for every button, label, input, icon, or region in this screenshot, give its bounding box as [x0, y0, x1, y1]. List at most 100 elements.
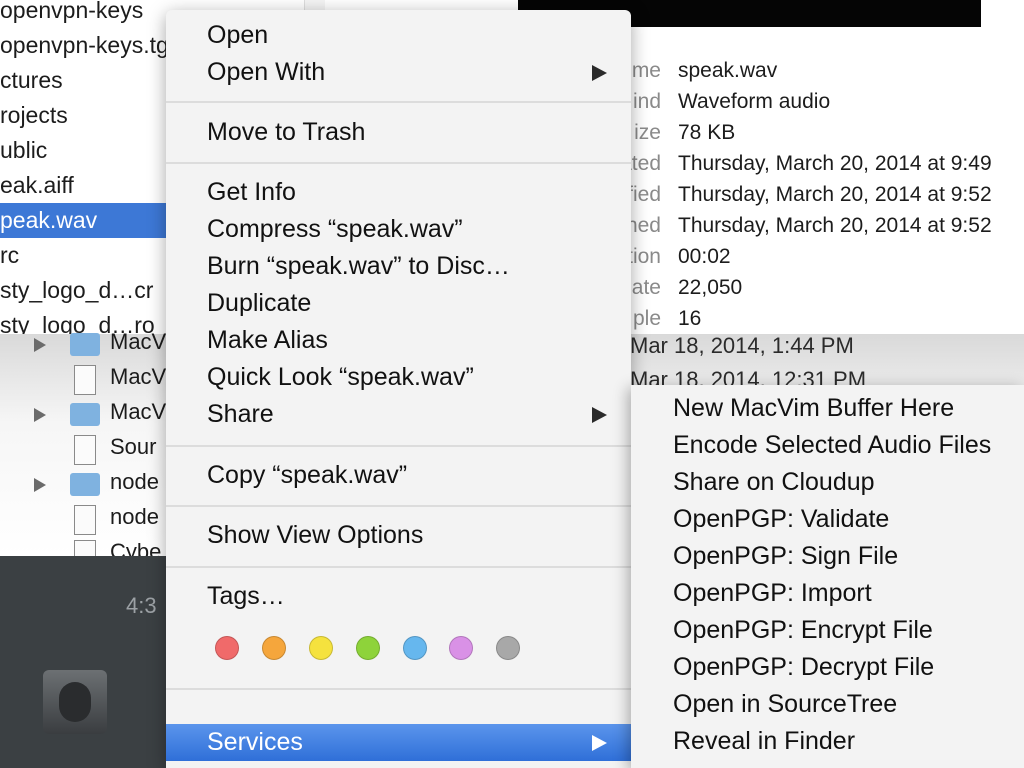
menu-item-share[interactable]: Share	[166, 396, 631, 433]
info-label: ind	[632, 90, 661, 113]
list-item-label: MacV	[110, 399, 167, 424]
list-item[interactable]: node	[0, 467, 170, 502]
info-value: 22,050	[678, 276, 743, 299]
menu-item-open[interactable]: Open	[166, 17, 631, 54]
file-item-label: ctures	[0, 67, 63, 93]
info-label: me	[631, 59, 661, 82]
menu-item-show-view-options[interactable]: Show View Options	[166, 517, 631, 554]
service-openpgp-decrypt-file[interactable]: OpenPGP: Decrypt File	[673, 649, 934, 686]
tag-green-dot[interactable]	[356, 636, 380, 660]
menu-separator	[166, 566, 631, 568]
menu-item-open-with[interactable]: Open With	[166, 54, 631, 91]
file-item-label: peak.wav	[0, 207, 98, 233]
tag-purple-dot[interactable]	[449, 636, 473, 660]
file-item-openvpn-keys-tgz[interactable]: openvpn-keys.tgz	[0, 28, 180, 63]
service-openpgp-validate[interactable]: OpenPGP: Validate	[673, 501, 889, 538]
file-item-label: ublic	[0, 137, 48, 163]
service-openpgp-sign-file[interactable]: OpenPGP: Sign File	[673, 538, 898, 575]
list-item[interactable]: MacV	[0, 327, 170, 362]
list-item-label: node	[110, 469, 159, 494]
zip-file-icon	[74, 505, 96, 535]
info-value: speak.wav	[678, 59, 778, 82]
menu-item-duplicate[interactable]: Duplicate	[166, 285, 631, 322]
file-item-pictures[interactable]: ctures	[0, 63, 63, 98]
file-item-logo-cr[interactable]: sty_logo_d…cr	[0, 273, 153, 308]
menu-item-label: Tags…	[207, 582, 285, 610]
info-label: ate	[631, 276, 661, 299]
menu-item-label: Open With	[207, 58, 326, 86]
file-item-public[interactable]: ublic	[0, 133, 47, 168]
file-item-label: eak.aiff	[0, 172, 74, 198]
info-row-created: ated Thursday, March 20, 2014 at 9:49	[620, 152, 1024, 183]
disclosure-triangle-icon[interactable]	[34, 478, 46, 492]
info-label: ize	[634, 121, 661, 144]
info-value: 78 KB	[678, 121, 736, 144]
list-item[interactable]: MacV	[0, 362, 170, 397]
list-item[interactable]: Sour	[0, 432, 170, 467]
document-icon	[74, 365, 96, 395]
avatar[interactable]	[43, 670, 107, 734]
menu-item-label: Get Info	[207, 178, 296, 206]
menu-item-label: Move to Trash	[207, 118, 366, 146]
info-value: Thursday, March 20, 2014 at 9:52	[678, 183, 992, 206]
menu-item-copy[interactable]: Copy “speak.wav”	[166, 457, 631, 494]
list-item-label: node	[110, 504, 159, 529]
disclosure-triangle-icon[interactable]	[34, 338, 46, 352]
list-item[interactable]: MacV	[0, 397, 170, 432]
file-item-src[interactable]: rc	[0, 238, 19, 273]
menu-item-label: Compress “speak.wav”	[207, 215, 463, 243]
avatar-face	[59, 682, 91, 722]
menu-item-services[interactable]: Services	[166, 724, 631, 761]
file-item-label: sty_logo_d…cr	[0, 277, 154, 303]
menu-item-compress[interactable]: Compress “speak.wav”	[166, 211, 631, 248]
menu-item-burn-to-disc[interactable]: Burn “speak.wav” to Disc…	[166, 248, 631, 285]
menu-item-label: Show View Options	[207, 521, 424, 549]
folder-icon	[70, 333, 100, 356]
service-share-on-cloudup[interactable]: Share on Cloudup	[673, 464, 875, 501]
info-row-sample-rate: ate 22,050	[630, 276, 1024, 307]
chat-panel: 4:3	[0, 556, 170, 768]
menu-item-label: Copy “speak.wav”	[207, 461, 408, 489]
submenu-arrow-icon	[592, 65, 607, 81]
tag-blue-dot[interactable]	[403, 636, 427, 660]
info-value: 00:02	[678, 245, 731, 268]
tag-yellow-dot[interactable]	[309, 636, 333, 660]
disclosure-triangle-icon[interactable]	[34, 408, 46, 422]
menu-separator	[166, 445, 631, 447]
services-submenu: New MacVim Buffer Here Encode Selected A…	[631, 385, 1024, 768]
service-openpgp-import[interactable]: OpenPGP: Import	[673, 575, 872, 612]
menu-item-label: Services	[207, 728, 303, 756]
service-openpgp-encrypt-file[interactable]: OpenPGP: Encrypt File	[673, 612, 933, 649]
service-encode-audio-files[interactable]: Encode Selected Audio Files	[673, 427, 991, 464]
menu-item-get-info[interactable]: Get Info	[166, 174, 631, 211]
menu-item-label: Make Alias	[207, 326, 328, 354]
service-new-macvim-buffer[interactable]: New MacVim Buffer Here	[673, 390, 954, 427]
list-item[interactable]: node	[0, 502, 170, 537]
info-row-kind: ind Waveform audio	[630, 90, 1024, 121]
file-item-projects[interactable]: rojects	[0, 98, 68, 133]
tag-gray-dot[interactable]	[496, 636, 520, 660]
menu-item-tags[interactable]: Tags…	[166, 578, 631, 615]
file-item-label: rojects	[0, 102, 68, 128]
info-label: ned	[625, 214, 661, 237]
file-item-label: openvpn-keys.tgz	[0, 32, 181, 58]
submenu-arrow-icon	[592, 735, 607, 751]
document-icon	[74, 435, 96, 465]
menu-item-move-to-trash[interactable]: Move to Trash	[166, 114, 631, 151]
service-reveal-in-finder[interactable]: Reveal in Finder	[673, 723, 855, 760]
menu-separator	[166, 505, 631, 507]
info-row-name: me speak.wav	[630, 59, 1024, 90]
file-item-speak-aiff[interactable]: eak.aiff	[0, 168, 74, 203]
service-open-in-sourcetree[interactable]: Open in SourceTree	[673, 686, 897, 723]
menu-item-quick-look[interactable]: Quick Look “speak.wav”	[166, 359, 631, 396]
file-item-openvpn-keys[interactable]: openvpn-keys	[0, 0, 143, 28]
tag-red-dot[interactable]	[215, 636, 239, 660]
info-row-size: ize 78 KB	[630, 121, 1024, 152]
menu-item-make-alias[interactable]: Make Alias	[166, 322, 631, 359]
menu-item-label: Quick Look “speak.wav”	[207, 363, 474, 391]
list-item-label: Sour	[110, 434, 157, 459]
date-modified: Mar 18, 2014, 1:44 PM	[630, 333, 854, 358]
menu-separator	[166, 688, 631, 690]
tag-orange-dot[interactable]	[262, 636, 286, 660]
info-row-modified: ified Thursday, March 20, 2014 at 9:52	[622, 183, 1024, 214]
